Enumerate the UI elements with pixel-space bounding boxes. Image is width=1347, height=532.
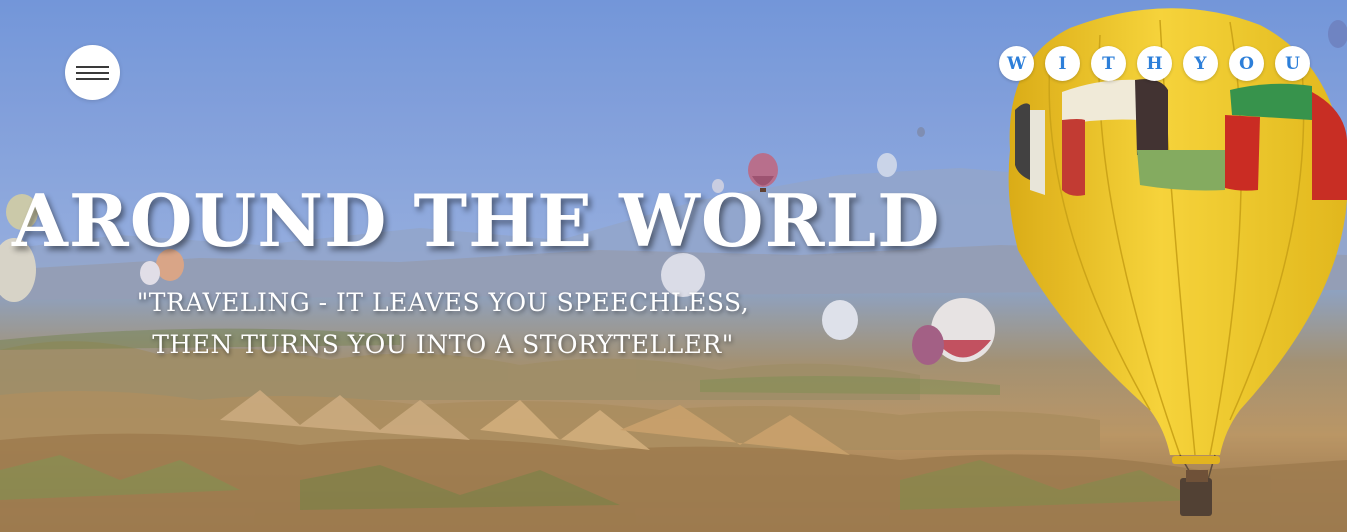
- brand-letter: T: [1091, 46, 1126, 81]
- hero-quote: "TRAVELING - IT LEAVES YOU SPEECHLESS, T…: [118, 282, 768, 366]
- brand-letter: H: [1137, 46, 1172, 81]
- menu-button[interactable]: [65, 45, 120, 100]
- brand-letter: O: [1229, 46, 1264, 81]
- brand-letter: W: [999, 46, 1034, 81]
- brand-logo[interactable]: W I T H Y O U: [999, 46, 1310, 81]
- brand-letter: U: [1275, 46, 1310, 81]
- hamburger-icon-line: [76, 78, 109, 80]
- brand-letter: I: [1045, 46, 1080, 81]
- hamburger-icon-line: [76, 72, 109, 74]
- hero-title: AROUND THE WORLD: [12, 178, 941, 263]
- hamburger-icon-line: [76, 66, 109, 68]
- brand-letter: Y: [1183, 46, 1218, 81]
- hero-quote-line: THEN TURNS YOU INTO A STORYTELLER": [152, 330, 734, 359]
- hero-quote-line: "TRAVELING - IT LEAVES YOU SPEECHLESS,: [136, 288, 750, 317]
